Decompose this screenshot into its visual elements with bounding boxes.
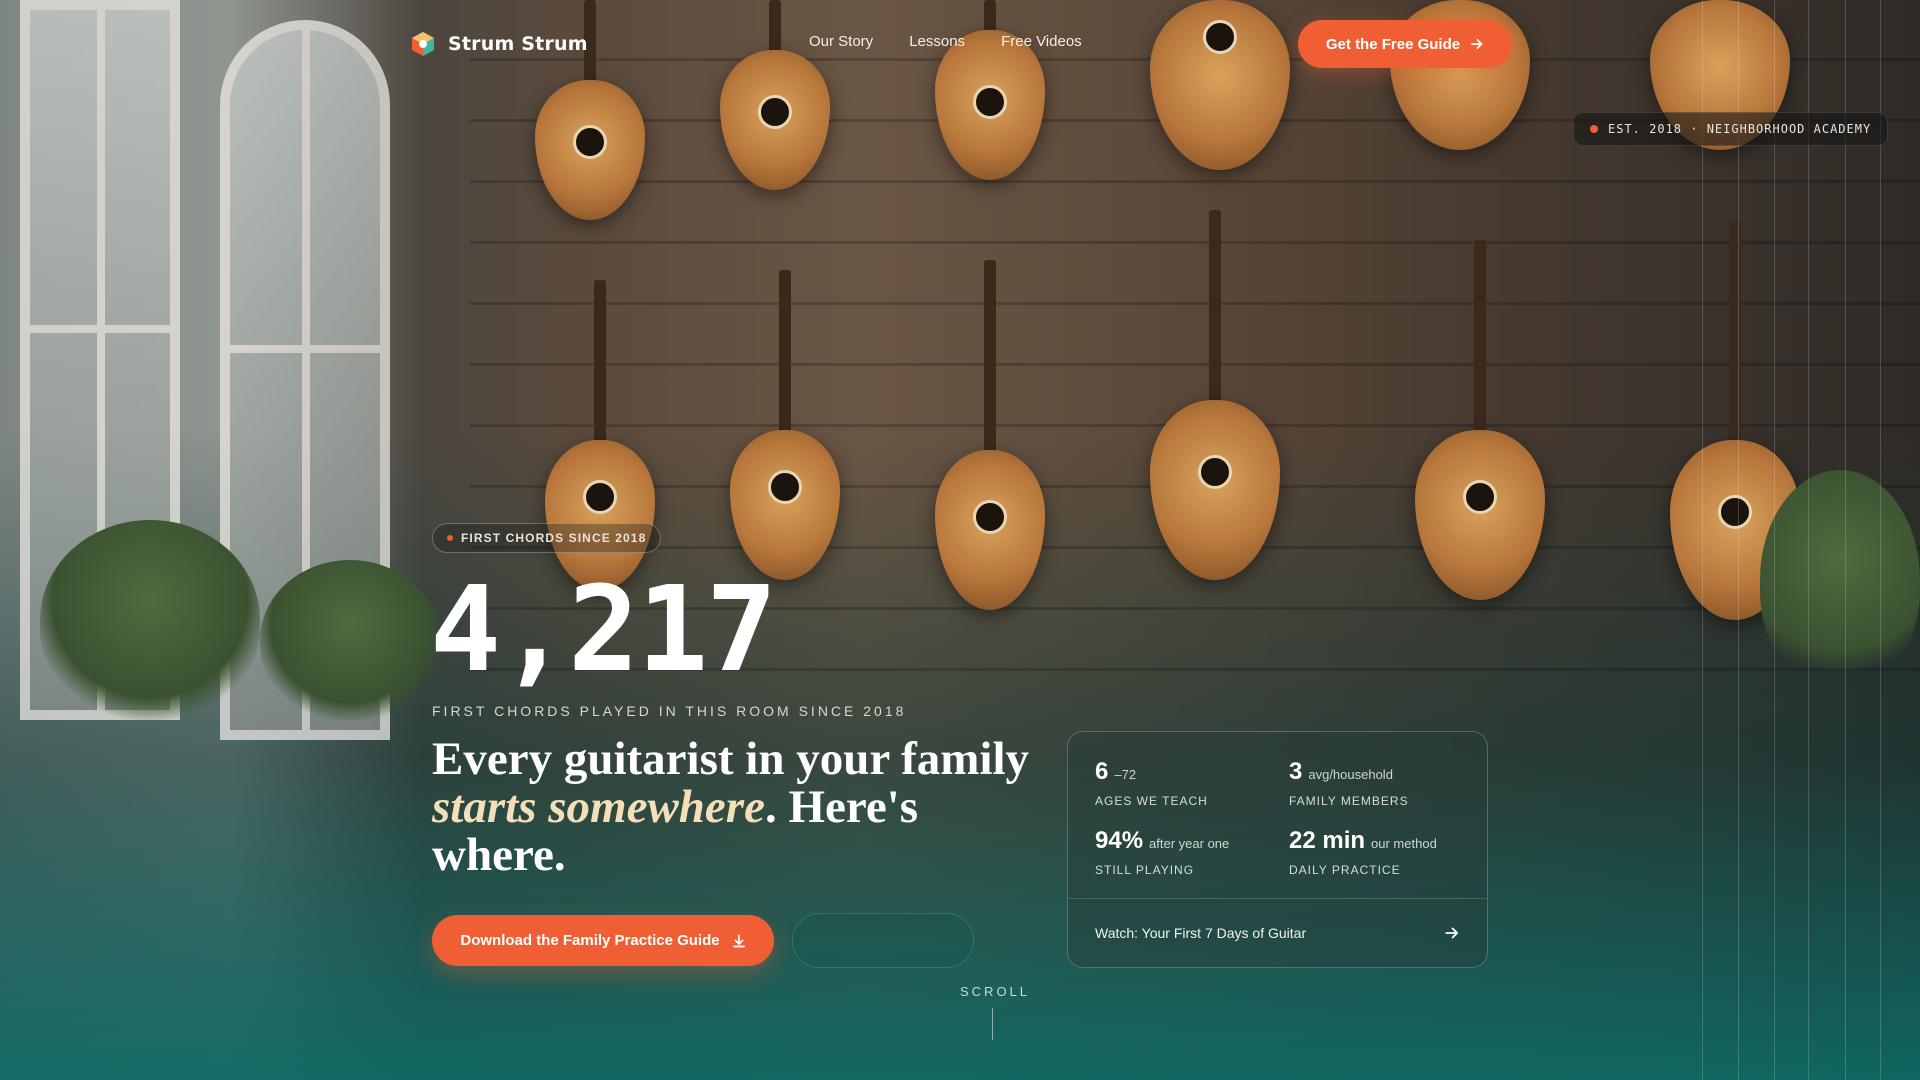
nav-link-our-story[interactable]: Our Story [809, 33, 873, 50]
stat-value: 94% [1095, 827, 1144, 854]
guitar-decor [730, 270, 840, 580]
stat-family-members: 3 avg/household FAMILY MEMBERS [1289, 758, 1409, 808]
logo-icon [412, 32, 434, 56]
decor-line [1808, 0, 1809, 1080]
scroll-line [992, 1008, 993, 1040]
scroll-indicator[interactable]: SCROLL [960, 984, 1030, 999]
decor-line [1845, 0, 1846, 1080]
arrow-right-icon [1445, 927, 1459, 939]
plant-decor [40, 520, 260, 720]
stat-ages: 6 –72 AGES WE TEACH [1095, 758, 1208, 808]
main-nav: Our Story Lessons Free Videos [809, 33, 1082, 50]
stat-label: AGES WE TEACH [1095, 794, 1208, 808]
decor-line [1702, 0, 1703, 1080]
plant-decor [260, 560, 440, 720]
hero-headline: Every guitarist in your family starts so… [432, 735, 1032, 879]
stat-label: FAMILY MEMBERS [1289, 794, 1409, 808]
established-badge: EST. 2018 · NEIGHBORHOOD ACADEMY [1573, 112, 1889, 146]
guitar-decor [1150, 0, 1290, 180]
plant-decor [1760, 470, 1920, 690]
arrow-right-icon [1471, 39, 1483, 49]
stat-sub: –72 [1114, 767, 1137, 782]
stat-value: 3 [1289, 758, 1303, 785]
download-guide-button[interactable]: Download the Family Practice Guide [432, 915, 774, 966]
status-dot-icon [1590, 125, 1598, 133]
watch-video-link[interactable]: Watch: Your First 7 Days of Guitar [1095, 918, 1460, 948]
stat-value: 22 min [1289, 827, 1366, 854]
guitar-decor [1150, 210, 1280, 600]
eyebrow-dot-icon [447, 535, 453, 541]
stat-sub: avg/household [1308, 767, 1393, 782]
stat-sub: our method [1371, 836, 1437, 851]
headline-part-1: Every guitarist in your family [432, 733, 1030, 785]
download-icon [732, 934, 745, 947]
first-chords-count: 4,217 [430, 560, 777, 698]
stats-card: 6 –72 AGES WE TEACH 3 avg/household FAMI… [1067, 731, 1488, 968]
brand-logo[interactable]: Strum Strum [410, 30, 588, 58]
guitar-decor [1415, 240, 1545, 610]
nav-link-lessons[interactable]: Lessons [909, 33, 965, 50]
stat-value: 6 [1095, 758, 1109, 785]
hero-eyebrow-text: FIRST CHORDS SINCE 2018 [461, 531, 647, 545]
get-free-guide-button[interactable]: Get the Free Guide [1298, 20, 1512, 68]
secondary-button[interactable] [792, 913, 974, 968]
stat-label: STILL PLAYING [1095, 863, 1195, 877]
guitar-decor [935, 260, 1045, 620]
download-guide-label: Download the Family Practice Guide [460, 932, 720, 949]
stat-still-playing: 94% after year one STILL PLAYING [1095, 827, 1229, 877]
watch-video-label: Watch: Your First 7 Days of Guitar [1095, 925, 1307, 941]
decor-line [1774, 0, 1775, 1080]
brand-name: Strum Strum [448, 33, 588, 55]
stat-daily-practice: 22 min our method DAILY PRACTICE [1289, 827, 1437, 877]
headline-emphasis: starts somewhere [432, 781, 765, 833]
count-caption: FIRST CHORDS PLAYED IN THIS ROOM SINCE 2… [432, 703, 907, 719]
guitar-decor [720, 0, 830, 200]
get-free-guide-label: Get the Free Guide [1325, 35, 1461, 53]
stat-sub: after year one [1149, 836, 1230, 851]
decor-line [1738, 0, 1739, 1080]
stat-label: DAILY PRACTICE [1289, 863, 1401, 877]
decor-line [1880, 0, 1881, 1080]
hero-eyebrow-pill: FIRST CHORDS SINCE 2018 [432, 523, 662, 553]
guitar-decor [935, 0, 1045, 200]
card-divider [1068, 898, 1487, 899]
nav-link-free-videos[interactable]: Free Videos [1001, 33, 1082, 50]
established-badge-text: EST. 2018 · NEIGHBORHOOD ACADEMY [1608, 122, 1872, 136]
